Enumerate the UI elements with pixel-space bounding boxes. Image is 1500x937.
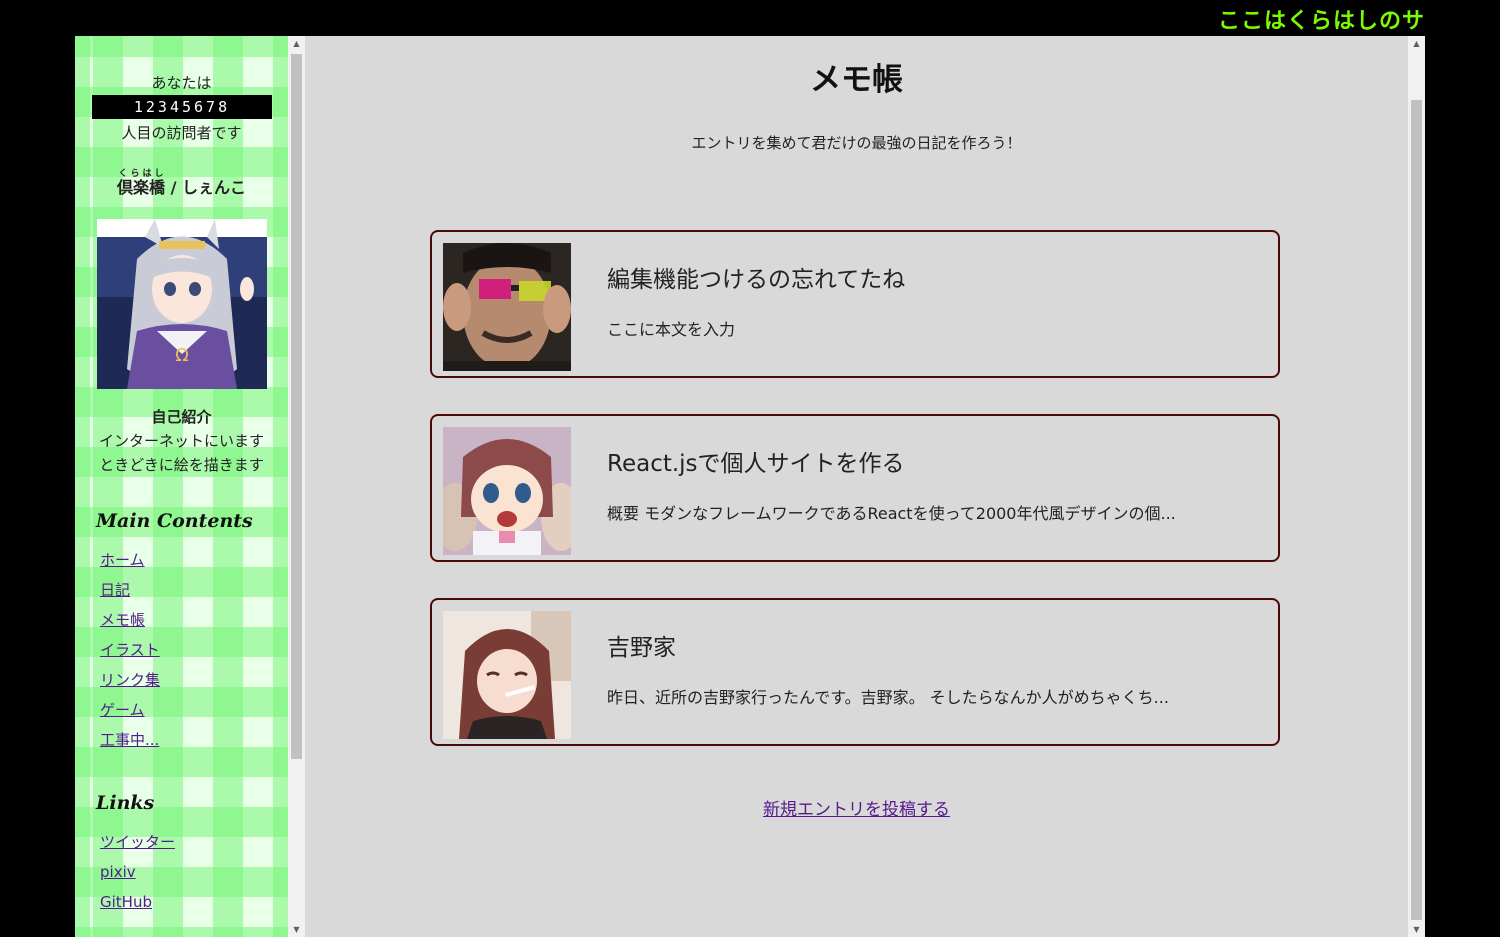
scroll-down-icon[interactable]: ▼ [288, 925, 305, 934]
nav-link-memo[interactable]: メモ帳 [100, 611, 145, 629]
sidebar-scrollbar[interactable]: ▲ ▼ [288, 36, 305, 937]
sidebar: あなたは 12345678 人目の訪問者です 倶楽橋くらはし / しぇんこ Ω [75, 36, 288, 937]
new-entry: 新規エントリを投稿する [305, 795, 1408, 820]
profile-name-ruby: くらはし [116, 169, 165, 179]
nav-link-diary[interactable]: 日記 [100, 581, 130, 599]
main-scrollbar[interactable]: ▲ ▼ [1408, 36, 1425, 937]
svg-text:Ω: Ω [175, 345, 189, 366]
profile-name: 倶楽橋くらはし / しぇんこ [75, 169, 288, 198]
visitor-prefix: あなたは [151, 74, 212, 92]
entry-card[interactable]: 編集機能つけるの忘れてたね ここに本文を入力 [430, 230, 1280, 378]
scroll-up-icon[interactable]: ▲ [288, 39, 305, 48]
ext-link-pixiv[interactable]: pixiv [100, 863, 136, 881]
links-heading: Links [96, 792, 155, 814]
intro-line: ときどきに絵を描きます [99, 456, 264, 474]
main-content: メモ帳 エントリを集めて君だけの最強の日記を作ろう！ 編集機能つけるの忘れてたね… [305, 36, 1408, 937]
visitor-suffix: 人目の訪問者です [121, 124, 242, 142]
intro-line: インターネットにいます [98, 432, 264, 450]
entry-title[interactable]: React.jsで個人サイトを作る [607, 444, 905, 478]
nav-link-links[interactable]: リンク集 [100, 671, 160, 689]
marquee-banner: ここはくらはしのサ [0, 0, 1425, 36]
scroll-up-icon[interactable]: ▲ [1408, 39, 1425, 48]
external-links-list: ツイッター pixiv GitHub [100, 827, 175, 917]
marquee-text: ここはくらはしのサ [1218, 9, 1425, 34]
entry-card[interactable]: React.jsで個人サイトを作る 概要 モダンなフレームワークであるReact… [430, 414, 1280, 562]
profile-name-base: 倶楽橋 [116, 178, 165, 197]
main-scroll-thumb[interactable] [1411, 100, 1422, 920]
new-entry-link[interactable]: 新規エントリを投稿する [763, 800, 950, 820]
nav-link-wip[interactable]: 工事中... [100, 731, 159, 749]
entry-body: 概要 モダンなフレームワークであるReactを使って2000年代風デザインの個.… [607, 504, 1176, 523]
intro-title: 自己紹介 [151, 408, 212, 426]
glasses-photo-icon [443, 243, 571, 371]
entry-card[interactable]: 吉野家 昨日、近所の吉野家行ったんです。吉野家。 そしたらなんか人がめちゃくち.… [430, 598, 1280, 746]
entry-body: ここに本文を入力 [607, 320, 736, 339]
main-contents-list: ホーム 日記 メモ帳 イラスト リンク集 ゲーム 工事中... [100, 545, 160, 755]
avatar: Ω [97, 219, 267, 389]
intro-text: インターネットにいます ときどきに絵を描きます [75, 429, 288, 477]
nav-link-home[interactable]: ホーム [100, 551, 145, 569]
page-subtitle: エントリを集めて君だけの最強の日記を作ろう！ [691, 134, 1022, 152]
sidebar-scroll-thumb[interactable] [291, 54, 302, 759]
anime-girl-surprised-icon [443, 427, 571, 555]
main-contents-heading: Main Contents [96, 510, 253, 532]
visitor-counter: 12345678 [92, 95, 272, 119]
entry-title[interactable]: 編集機能つけるの忘れてたね [607, 260, 905, 294]
nav-link-illust[interactable]: イラスト [100, 641, 160, 659]
page-title: メモ帳 [810, 62, 903, 98]
anime-girl-cigarette-icon [443, 611, 571, 739]
nav-link-game[interactable]: ゲーム [100, 701, 145, 719]
profile-name-rest: / しぇんこ [165, 178, 246, 197]
entry-title[interactable]: 吉野家 [607, 628, 676, 662]
scroll-down-icon[interactable]: ▼ [1408, 925, 1425, 934]
ext-link-github[interactable]: GitHub [100, 893, 152, 911]
entry-body: 昨日、近所の吉野家行ったんです。吉野家。 そしたらなんか人がめちゃくち... [607, 688, 1169, 707]
ext-link-twitter[interactable]: ツイッター [100, 833, 175, 851]
